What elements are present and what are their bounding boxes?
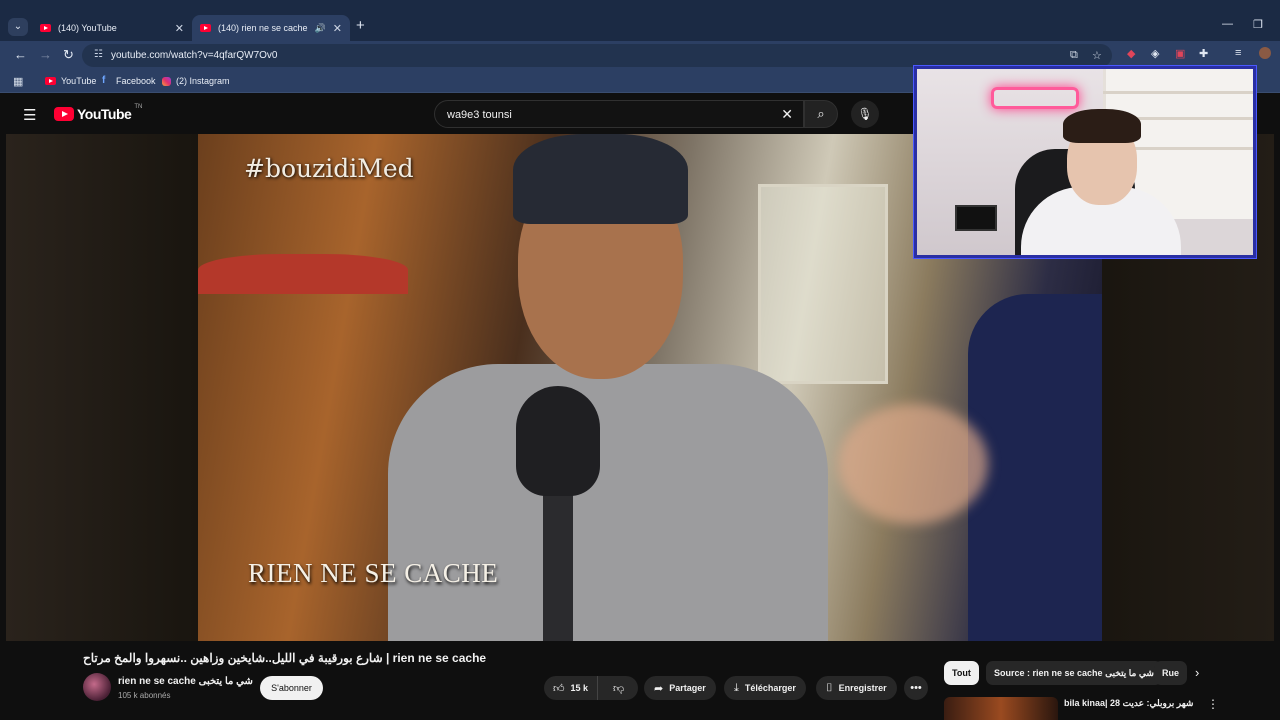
apps-grid-icon[interactable]: ▦ [13, 75, 23, 88]
browser-tab-youtube[interactable]: (140) YouTube ✕ [32, 15, 192, 41]
bookmark-youtube[interactable]: YouTube [45, 76, 96, 86]
like-count: 15 k [570, 683, 589, 693]
youtube-play-icon [54, 107, 74, 121]
webcam-streamer-hair [1063, 109, 1141, 143]
tab-title: (140) YouTube [58, 23, 117, 33]
webcam-overlay [914, 66, 1256, 258]
more-vertical-icon[interactable]: ⋮ [1207, 697, 1219, 711]
close-tab-icon[interactable]: ✕ [175, 22, 184, 35]
facebook-icon: f [102, 75, 106, 86]
youtube-icon [45, 77, 56, 85]
forward-icon[interactable]: → [39, 47, 52, 62]
site-info-icon[interactable]: ☷ [94, 49, 103, 60]
browser-tab-strip: ⌄ (140) YouTube ✕ (140) rien ne se cache… [0, 0, 1280, 41]
audio-playing-icon[interactable]: 🔊 [315, 23, 326, 34]
save-label: Enregistrer [838, 683, 887, 693]
share-label: Partager [669, 683, 706, 693]
tab-search-button[interactable]: ⌄ [8, 18, 28, 36]
bookmark-label: Facebook [116, 76, 156, 86]
close-tab-icon[interactable]: ✕ [333, 22, 342, 35]
video-title: شارع بورقيبة في الليل..شايخين وزاهين ..ن… [83, 651, 487, 665]
extension-icon[interactable]: ◈ [1151, 47, 1159, 60]
thumbs-down-icon: 👎︎ [613, 682, 625, 695]
download-button[interactable]: ⤓ Télécharger [724, 676, 806, 700]
reading-list-icon[interactable]: ≡ [1235, 47, 1241, 59]
chip-rue[interactable]: Rue [1154, 661, 1188, 685]
subscribe-button[interactable]: S'abonner [260, 676, 323, 700]
bookmark-facebook[interactable]: f Facebook [102, 75, 156, 87]
video-scene-hand [838, 404, 988, 524]
subscriber-count: 105 k abonnés [118, 691, 171, 700]
share-icon: ➦ [654, 682, 664, 695]
chevron-right-icon[interactable]: › [1195, 665, 1199, 680]
restore-window-icon[interactable]: ❐ [1253, 18, 1263, 31]
like-dislike-group: 👍︎ 15 k 👎︎ [544, 676, 638, 700]
youtube-logo[interactable]: YouTube TN [54, 104, 143, 122]
channel-avatar[interactable] [83, 673, 111, 701]
video-scene-mic-handle [543, 484, 573, 641]
youtube-wordmark: YouTube [77, 106, 132, 122]
webcam-monitor [955, 205, 997, 231]
more-actions-button[interactable]: ••• [904, 676, 928, 700]
microphone-icon: 🎙 [857, 107, 873, 121]
like-button[interactable]: 👍︎ 15 k [544, 676, 599, 700]
address-bar[interactable]: ☷ youtube.com/watch?v=4qfarQW7Ov0 ⧉ ☆ [82, 44, 1112, 67]
search-button[interactable]: ⌕ [804, 100, 838, 128]
voice-search-button[interactable]: 🎙 [851, 100, 879, 128]
youtube-favicon-icon [200, 24, 211, 32]
search-box[interactable]: wa9e3 tounsi ✕ [434, 100, 804, 128]
menu-hamburger-icon[interactable]: ☰ [23, 106, 36, 124]
reload-icon[interactable]: ↻ [63, 47, 74, 63]
extension-icon[interactable]: ▣ [1175, 47, 1185, 60]
bookmark-label: (2) Instagram [176, 76, 230, 86]
extensions-puzzle-icon[interactable]: ✚ [1199, 47, 1208, 60]
bookmark-icon: ⌷ [826, 681, 833, 694]
save-button[interactable]: ⌷ Enregistrer [816, 676, 897, 700]
chip-source[interactable]: Source : rien ne se cache شي ما يتخبى [986, 661, 1162, 685]
more-horizontal-icon: ••• [910, 682, 922, 694]
video-scene-awning [198, 254, 408, 294]
webcam-neon-sign [991, 87, 1079, 109]
bookmark-instagram[interactable]: (2) Instagram [162, 76, 230, 86]
video-scene-hoodie [388, 364, 828, 641]
video-scene-person-jacket [968, 294, 1102, 641]
new-tab-button[interactable]: + [356, 17, 365, 34]
url-text[interactable]: youtube.com/watch?v=4qfarQW7Ov0 [111, 50, 277, 61]
recommendation-thumbnail[interactable] [944, 697, 1058, 720]
search-icon: ⌕ [817, 106, 825, 121]
browser-tab-video[interactable]: (140) rien ne se cache | مرتاح 🔊 ✕ [192, 15, 350, 41]
profile-avatar[interactable] [1259, 47, 1271, 59]
extension-icon[interactable]: ◆ [1127, 47, 1135, 60]
recommendation-title[interactable]: bila kinaa| 28 شهر بروبلي: عديت [1064, 698, 1193, 709]
video-scene-microphone [516, 386, 600, 496]
chip-all[interactable]: Tout [944, 661, 979, 685]
back-icon[interactable]: ← [14, 47, 27, 62]
install-app-icon[interactable]: ⧉ [1070, 49, 1078, 62]
share-button[interactable]: ➦ Partager [644, 676, 716, 700]
clear-search-icon[interactable]: ✕ [781, 106, 793, 123]
tab-title: (140) rien ne se cache | مرتاح [218, 22, 308, 33]
video-scene-cap [513, 134, 688, 224]
minimize-window-icon[interactable]: — [1222, 18, 1233, 30]
region-code: TN [134, 104, 143, 110]
video-scene-shop-shelf [758, 184, 888, 384]
youtube-favicon-icon [40, 24, 51, 32]
instagram-icon [162, 76, 171, 86]
video-overlay-hashtag: #bouzidiMed [244, 154, 414, 183]
channel-name[interactable]: rien ne se cache شي ما يتخبى [118, 676, 253, 687]
thumbs-up-icon: 👍︎ [553, 682, 565, 695]
recommendation-chips: Tout Source : rien ne se cache شي ما يتخ… [944, 661, 1214, 685]
bookmark-star-icon[interactable]: ☆ [1092, 49, 1102, 62]
bookmark-label: YouTube [61, 76, 97, 86]
download-icon: ⤓ [734, 681, 739, 694]
search-input[interactable]: wa9e3 tounsi [447, 109, 512, 121]
video-overlay-caption: RIEN NE SE CACHE [248, 558, 499, 588]
download-label: Télécharger [744, 683, 796, 693]
webcam-shelf-divider [1103, 91, 1253, 94]
dislike-button[interactable]: 👎︎ [604, 682, 633, 695]
